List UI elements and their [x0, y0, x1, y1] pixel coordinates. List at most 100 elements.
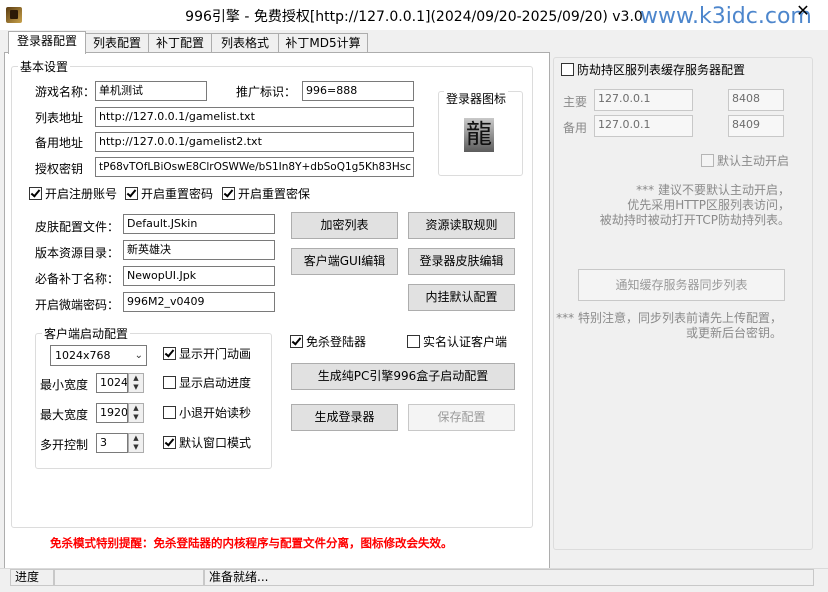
checkbox-icon: [125, 187, 138, 200]
enable-reset-security-label: 开启重置密保: [238, 187, 311, 201]
show-progress-checkbox[interactable]: 显示启动进度: [163, 376, 251, 390]
progress-bar: [54, 569, 204, 586]
min-width-field[interactable]: 1024: [96, 373, 128, 393]
cache-server-title: 防劫持区服列表缓存服务器配置: [577, 63, 746, 77]
enable-reset-password-label: 开启重置密码: [141, 187, 214, 201]
promo-label: 推广标识：: [236, 85, 297, 99]
backup-addr-label: 备用地址: [35, 136, 84, 150]
client-gui-edit-button[interactable]: 客户端GUI编辑: [291, 248, 398, 275]
exit-countdown-checkbox[interactable]: 小退开始读秒: [163, 406, 251, 420]
basic-settings-title: 基本设置: [18, 58, 71, 75]
checkbox-icon: [163, 436, 176, 449]
license-key-field[interactable]: tP68vTOfLBiOswE8ClrOSWWe/bS1In8Y+dbSoQ1g…: [95, 157, 414, 177]
cache-note-1-line2: 优先采用HTTP区服列表访问，: [627, 198, 790, 212]
tab-list-config[interactable]: 列表配置: [85, 33, 149, 53]
anti-kill-label: 免杀登陆器: [306, 335, 367, 349]
license-key-label: 授权密钥: [35, 162, 84, 176]
checkbox-icon: [222, 187, 235, 200]
skin-config-label: 皮肤配置文件：: [35, 220, 120, 234]
real-name-label: 实名认证客户端: [423, 335, 508, 349]
multi-open-field[interactable]: 3: [96, 433, 128, 453]
dragon-logo-icon: 龍: [464, 118, 494, 152]
client-startup-title: 客户端启动配置: [42, 325, 131, 342]
max-width-spinner[interactable]: ▲ ▼: [128, 403, 144, 423]
checkbox-icon: [701, 154, 714, 167]
enable-reset-password-checkbox[interactable]: 开启重置密码: [125, 187, 213, 201]
auto-start-checkbox[interactable]: 默认主动开启: [701, 154, 789, 168]
default-window-label: 默认窗口模式: [179, 436, 252, 450]
checkbox-icon: [163, 347, 176, 360]
resource-rules-button[interactable]: 资源读取规则: [408, 212, 515, 239]
checkbox-icon: [290, 335, 303, 348]
arrow-up-icon: ▲: [133, 404, 139, 412]
backup-port-field[interactable]: 8409: [728, 115, 784, 137]
enable-reset-security-checkbox[interactable]: 开启重置密保: [222, 187, 310, 201]
patch-name-field[interactable]: NewopUI.Jpk: [123, 266, 275, 286]
multi-open-label: 多开控制: [40, 438, 89, 452]
close-icon[interactable]: ✕: [778, 0, 828, 24]
main-port-field[interactable]: 8408: [728, 89, 784, 111]
arrow-down-icon: ▼: [133, 383, 139, 391]
save-config-button[interactable]: 保存配置: [408, 404, 515, 431]
hook-default-config-button[interactable]: 内挂默认配置: [408, 284, 515, 311]
cache-note-1-line3: 被劫持时被动打开TCP防劫持列表。: [599, 213, 790, 227]
micro-password-label: 开启微端密码：: [35, 298, 120, 312]
auto-start-label: 默认主动开启: [717, 154, 790, 168]
patch-name-label: 必备补丁名称：: [35, 272, 120, 286]
max-width-field[interactable]: 1920: [96, 403, 128, 423]
checkbox-icon: [163, 376, 176, 389]
show-door-anim-checkbox[interactable]: 显示开门动画: [163, 347, 251, 361]
backup-server-label: 备用: [563, 121, 588, 135]
checkbox-icon: [407, 335, 420, 348]
default-window-checkbox[interactable]: 默认窗口模式: [163, 436, 251, 450]
tab-list-format[interactable]: 列表格式: [211, 33, 279, 53]
resolution-select[interactable]: 1024x768 ⌄: [50, 345, 147, 366]
show-door-anim-label: 显示开门动画: [179, 347, 252, 361]
promo-field[interactable]: 996=888: [302, 81, 414, 101]
checkbox-icon: [29, 187, 42, 200]
cache-note-2-line2: 或更新后台密钥。: [685, 326, 782, 340]
launcher-skin-edit-button[interactable]: 登录器皮肤编辑: [408, 248, 515, 275]
checkbox-icon: [561, 63, 574, 76]
list-addr-field[interactable]: http://127.0.0.1/gamelist.txt: [95, 107, 414, 127]
cache-server-enable-checkbox[interactable]: 防劫持区服列表缓存服务器配置: [561, 63, 748, 77]
arrow-up-icon: ▲: [133, 374, 139, 382]
max-width-label: 最大宽度: [40, 408, 89, 422]
skin-config-field[interactable]: Default.JSkin: [123, 214, 275, 234]
exit-countdown-label: 小退开始读秒: [179, 406, 252, 420]
show-progress-label: 显示启动进度: [179, 376, 252, 390]
version-dir-field[interactable]: 新英雄决: [123, 240, 275, 260]
progress-label: 进度: [10, 569, 54, 586]
cache-note-2: *** 特别注意，同步列表前请先上传配置， 或更新后台密钥。: [554, 311, 782, 341]
tab-patch-config[interactable]: 补丁配置: [148, 33, 212, 53]
tab-patch-md5[interactable]: 补丁MD5计算: [278, 33, 368, 53]
min-width-spinner[interactable]: ▲ ▼: [128, 373, 144, 393]
cache-note-1-line1: *** 建议不要默认主动开启，: [636, 183, 790, 197]
gen-pc-config-button[interactable]: 生成纯PC引擎996盒子启动配置: [291, 363, 515, 390]
enable-register-label: 开启注册账号: [45, 187, 118, 201]
anti-kill-launcher-checkbox[interactable]: 免杀登陆器: [290, 335, 366, 349]
cache-note-2-line1: *** 特别注意，同步列表前请先上传配置，: [556, 311, 782, 325]
anti-kill-warning: 免杀模式特别提醒：免杀登陆器的内核程序与配置文件分离，图标修改会失效。: [50, 536, 453, 550]
micro-password-field[interactable]: 996M2_v0409: [123, 292, 275, 312]
game-name-label: 游戏名称：: [35, 85, 96, 99]
backup-addr-field[interactable]: http://127.0.0.1/gamelist2.txt: [95, 132, 414, 152]
encrypt-list-button[interactable]: 加密列表: [291, 212, 398, 239]
gen-launcher-button[interactable]: 生成登录器: [291, 404, 398, 431]
enable-register-checkbox[interactable]: 开启注册账号: [29, 187, 117, 201]
cache-note-1: *** 建议不要默认主动开启， 优先采用HTTP区服列表访问， 被劫持时被动打开…: [560, 183, 790, 228]
min-width-label: 最小宽度: [40, 378, 89, 392]
arrow-down-icon: ▼: [133, 413, 139, 421]
tab-launcher-config[interactable]: 登录器配置: [8, 31, 86, 54]
main-server-label: 主要: [563, 95, 588, 109]
main-ip-field[interactable]: 127.0.0.1: [594, 89, 693, 111]
version-dir-label: 版本资源目录：: [35, 246, 120, 260]
real-name-client-checkbox[interactable]: 实名认证客户端: [407, 335, 507, 349]
notify-cache-sync-button[interactable]: 通知缓存服务器同步列表: [578, 269, 785, 301]
multi-open-spinner[interactable]: ▲ ▼: [128, 433, 144, 453]
game-name-field[interactable]: 单机测试: [95, 81, 207, 101]
checkbox-icon: [163, 406, 176, 419]
list-addr-label: 列表地址: [35, 111, 84, 125]
resolution-value: 1024x768: [55, 349, 111, 362]
backup-ip-field[interactable]: 127.0.0.1: [594, 115, 693, 137]
